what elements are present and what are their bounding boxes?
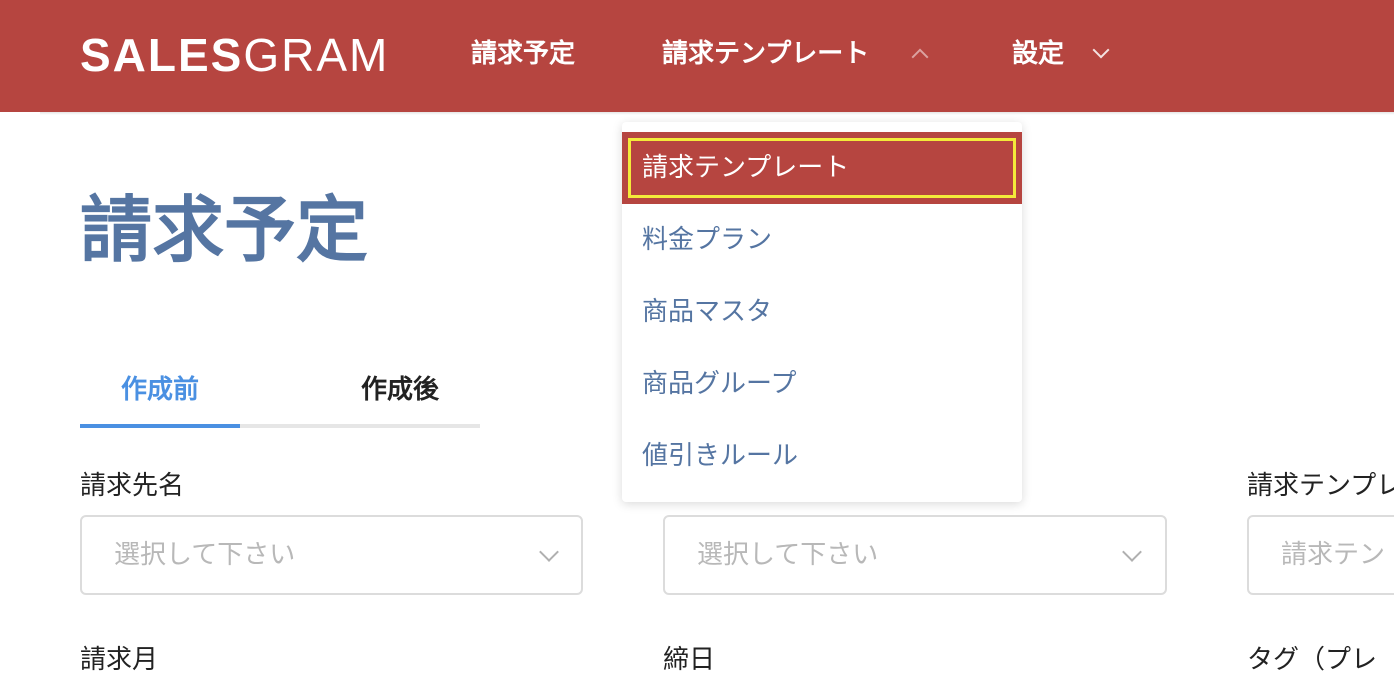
- customer-name-label: 請求先名: [80, 471, 185, 501]
- salesgram-logo[interactable]: SALESGRAM: [80, 30, 389, 80]
- page-title: 請求予定: [80, 188, 369, 272]
- dropdown-item-billing-template[interactable]: 請求テンプレート: [622, 132, 1022, 204]
- navbar-shadow: [40, 112, 1394, 115]
- tag-label: タグ（プレ: [1247, 645, 1378, 675]
- chevron-down-icon: [539, 542, 559, 562]
- dropdown-item-discount-rule[interactable]: 値引きルール: [622, 420, 1022, 492]
- customer-select[interactable]: 選択して下さい: [80, 515, 583, 595]
- billing-template-dropdown: 請求テンプレート 料金プラン 商品マスタ 商品グループ 値引きルール: [622, 122, 1022, 502]
- top-navbar: SALESGRAM 請求予定 請求テンプレート 設定: [0, 0, 1394, 112]
- customer-select-placeholder: 選択して下さい: [114, 540, 296, 570]
- tab-bar: 作成前 作成後: [80, 360, 480, 430]
- closing-date-label: 締日: [663, 645, 716, 675]
- logo-bold-text: SALES: [80, 29, 244, 81]
- billing-template-select-placeholder: 請求テン: [1281, 540, 1386, 570]
- nav-billing-template[interactable]: 請求テンプレート: [662, 32, 869, 76]
- nav-billing-schedule[interactable]: 請求予定: [471, 32, 575, 76]
- dropdown-item-pricing-plan[interactable]: 料金プラン: [622, 204, 1022, 276]
- billing-month-label: 請求月: [80, 645, 159, 675]
- chevron-down-icon[interactable]: [1092, 41, 1110, 59]
- tab-active-underline: [80, 424, 240, 428]
- nav-settings[interactable]: 設定: [1012, 32, 1064, 76]
- logo-light-text: GRAM: [243, 29, 390, 81]
- middle-select[interactable]: 選択して下さい: [663, 515, 1167, 595]
- chevron-up-icon[interactable]: [911, 48, 929, 66]
- tab-before-creation[interactable]: 作成前: [80, 360, 240, 426]
- billing-template-label: 請求テンプレ: [1247, 471, 1394, 501]
- dropdown-item-product-master[interactable]: 商品マスタ: [622, 276, 1022, 348]
- middle-select-placeholder: 選択して下さい: [697, 540, 879, 570]
- dropdown-item-label: 請求テンプレート: [642, 153, 850, 183]
- tab-after-creation[interactable]: 作成後: [320, 360, 480, 426]
- chevron-down-icon: [1122, 542, 1142, 562]
- dropdown-item-product-group[interactable]: 商品グループ: [622, 348, 1022, 420]
- billing-template-select[interactable]: 請求テン: [1247, 515, 1394, 595]
